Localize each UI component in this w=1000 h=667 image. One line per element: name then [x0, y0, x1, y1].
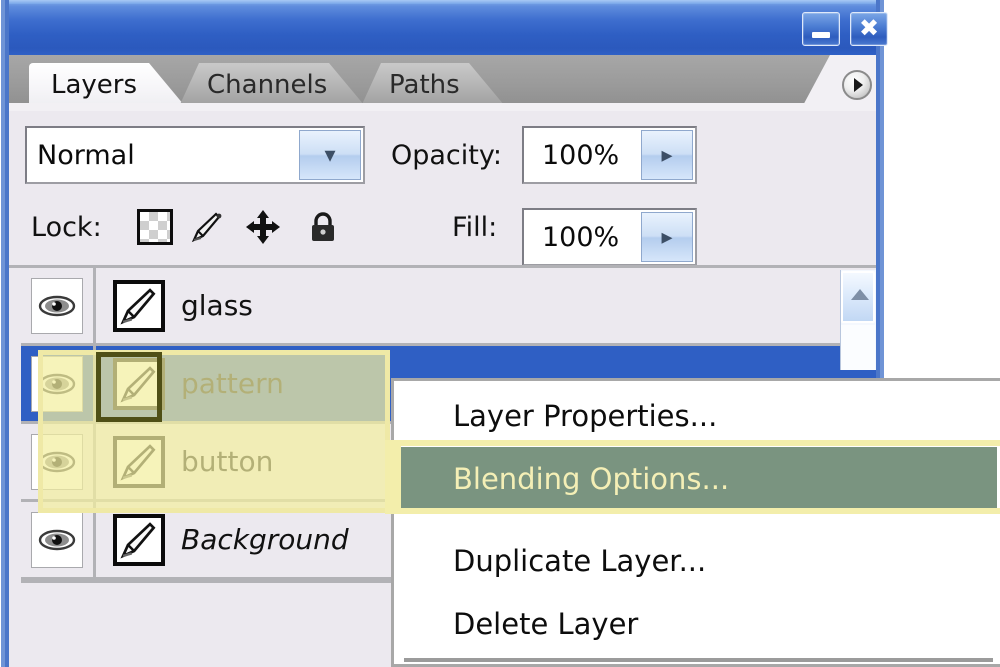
lock-all-icon[interactable] [305, 209, 341, 245]
lock-transparent-pixels-icon[interactable] [137, 209, 173, 245]
layer-name-background: Background [181, 523, 349, 556]
layer-row-glass[interactable]: glass [21, 268, 400, 346]
lock-label: Lock: [31, 211, 102, 243]
fill-value: 100% [542, 221, 620, 253]
fill-slider-button[interactable]: ▸ [641, 212, 693, 262]
window-left-border [0, 0, 9, 667]
layer-thumbnail[interactable] [113, 358, 165, 410]
layer-visibility-cell[interactable] [21, 502, 96, 577]
blend-mode-value: Normal [37, 139, 135, 171]
layer-list-empty-area [21, 583, 400, 667]
layer-thumbnail[interactable] [113, 436, 165, 488]
eye-icon[interactable] [31, 355, 83, 412]
fill-input[interactable]: 100% ▸ [522, 208, 697, 266]
layer-name-pattern: pattern [181, 367, 284, 400]
chevron-right-icon: ▸ [661, 142, 673, 168]
blend-mode-row: Normal ▾ Opacity: 100% ▸ [9, 111, 876, 187]
layer-thumbnail[interactable] [113, 280, 165, 332]
layer-row-button[interactable]: button [21, 424, 400, 502]
layer-visibility-cell[interactable] [21, 268, 96, 343]
close-button[interactable]: ✖ [850, 12, 888, 46]
opacity-input[interactable]: 100% ▸ [522, 126, 697, 184]
eye-icon[interactable] [31, 277, 83, 334]
title-bar-highlight [9, 0, 876, 4]
tab-paths-label: Paths [389, 70, 460, 100]
panel-menu-button[interactable] [840, 68, 876, 104]
layer-context-menu: Layer Properties... Blending Options... … [391, 378, 1000, 667]
eye-icon[interactable] [31, 511, 83, 568]
menu-item-duplicate-layer[interactable]: Duplicate Layer... [394, 529, 997, 592]
blend-mode-dropdown-button[interactable]: ▾ [299, 130, 361, 180]
lock-position-icon[interactable] [245, 209, 281, 245]
layer-name-button: button [181, 445, 274, 478]
layer-row-pattern[interactable]: pattern [21, 346, 400, 424]
tab-channels-label: Channels [207, 70, 328, 100]
lock-image-pixels-icon[interactable] [189, 209, 225, 245]
eye-icon[interactable] [31, 433, 83, 490]
fill-label: Fill: [452, 211, 498, 243]
title-bar[interactable]: ✖ [9, 0, 888, 55]
tab-layers-label: Layers [51, 70, 138, 100]
layer-thumbnail[interactable] [113, 514, 165, 566]
opacity-slider-button[interactable]: ▸ [641, 130, 693, 180]
scrollbar-track[interactable] [841, 325, 875, 370]
minimize-icon [812, 32, 830, 38]
layer-name-glass: glass [181, 289, 253, 322]
layer-visibility-cell[interactable] [21, 424, 96, 499]
selection-strip [391, 346, 876, 378]
opacity-label: Opacity: [391, 139, 502, 171]
tab-strip-bottom-fill [9, 103, 876, 111]
menu-item-layer-properties[interactable]: Layer Properties... [394, 384, 997, 447]
scroll-up-arrow-icon[interactable] [841, 271, 875, 323]
panel-menu-triangle-icon [854, 78, 863, 92]
layer-visibility-cell[interactable] [21, 346, 96, 421]
menu-item-blending-options[interactable]: Blending Options... [394, 447, 997, 510]
layer-row-background[interactable]: Background [21, 502, 400, 580]
close-icon: ✖ [858, 14, 880, 42]
lock-row: Lock: Fill: 100% ▸ [9, 187, 876, 267]
chevron-down-icon: ▾ [324, 142, 336, 168]
arrow-up-glyph [851, 289, 869, 300]
menu-separator [404, 658, 993, 662]
blend-mode-select[interactable]: Normal ▾ [25, 126, 365, 184]
minimize-button[interactable] [802, 12, 840, 46]
menu-item-delete-layer[interactable]: Delete Layer [394, 592, 997, 655]
chevron-right-icon: ▸ [661, 224, 673, 250]
opacity-value: 100% [542, 139, 620, 171]
